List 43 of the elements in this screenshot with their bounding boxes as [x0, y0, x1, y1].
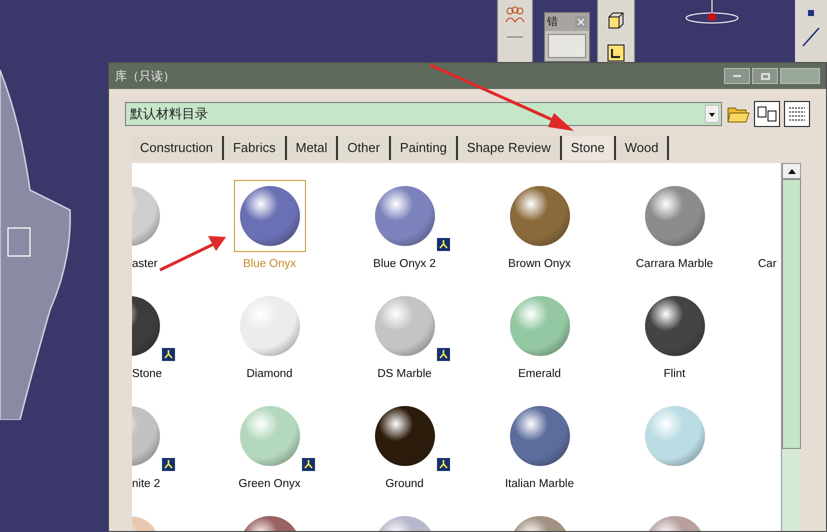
compass-drawing — [684, 0, 740, 26]
material-label: Italian Marble — [504, 477, 574, 491]
material-label: Carrara Marble — [636, 257, 714, 271]
material-label: nite 2 — [132, 477, 160, 491]
tab[interactable]: Painting — [390, 136, 458, 160]
icon-view-icon[interactable] — [754, 101, 780, 127]
material-label: Green Onyx — [238, 477, 300, 491]
material-label: Blue Onyx — [242, 257, 296, 271]
up-arrow-icon — [788, 168, 796, 174]
material-label: Blue Onyx 2 — [373, 257, 436, 271]
scrollbar[interactable] — [781, 163, 801, 531]
scroll-thumb[interactable] — [782, 179, 801, 449]
material-label: aster — [132, 257, 158, 271]
arrow-drawing — [158, 234, 228, 272]
list-view-icon[interactable] — [784, 101, 810, 127]
material-label: Emerald — [518, 367, 561, 381]
scroll-up-button[interactable] — [782, 163, 801, 179]
maximize-button[interactable] — [752, 68, 778, 84]
material-label: Ground — [385, 477, 424, 491]
material-label: Flint — [664, 367, 686, 381]
window-title: 库（只读） — [115, 68, 175, 85]
material-label: Brown Onyx — [508, 257, 571, 271]
catalog-dropdown[interactable]: 默认材料目录 — [125, 102, 722, 126]
corner-icon[interactable] — [607, 44, 625, 62]
material-label: Diamond — [246, 367, 293, 381]
toolbar-title: 错 — [547, 14, 558, 30]
cube-icon[interactable] — [607, 12, 625, 30]
line-icon[interactable] — [801, 26, 821, 48]
tab[interactable]: Construction — [131, 136, 224, 160]
tool-icon[interactable] — [548, 34, 586, 58]
material-label: DS Marble — [377, 367, 432, 381]
tab[interactable]: Shape Review — [458, 136, 562, 160]
material-label: Stone — [132, 367, 162, 381]
tab[interactable]: Wood — [616, 136, 670, 160]
material-label: Car — [757, 257, 778, 271]
tab[interactable]: Metal — [286, 136, 338, 160]
dropdown-arrow-icon[interactable] — [705, 105, 719, 123]
people-icon[interactable] — [504, 6, 526, 24]
minimize-button[interactable] — [724, 68, 750, 84]
tab[interactable]: Other — [338, 136, 391, 160]
tab[interactable]: Stone — [562, 136, 616, 160]
tab[interactable]: Fabrics — [224, 136, 287, 160]
close-icon[interactable] — [575, 16, 587, 28]
